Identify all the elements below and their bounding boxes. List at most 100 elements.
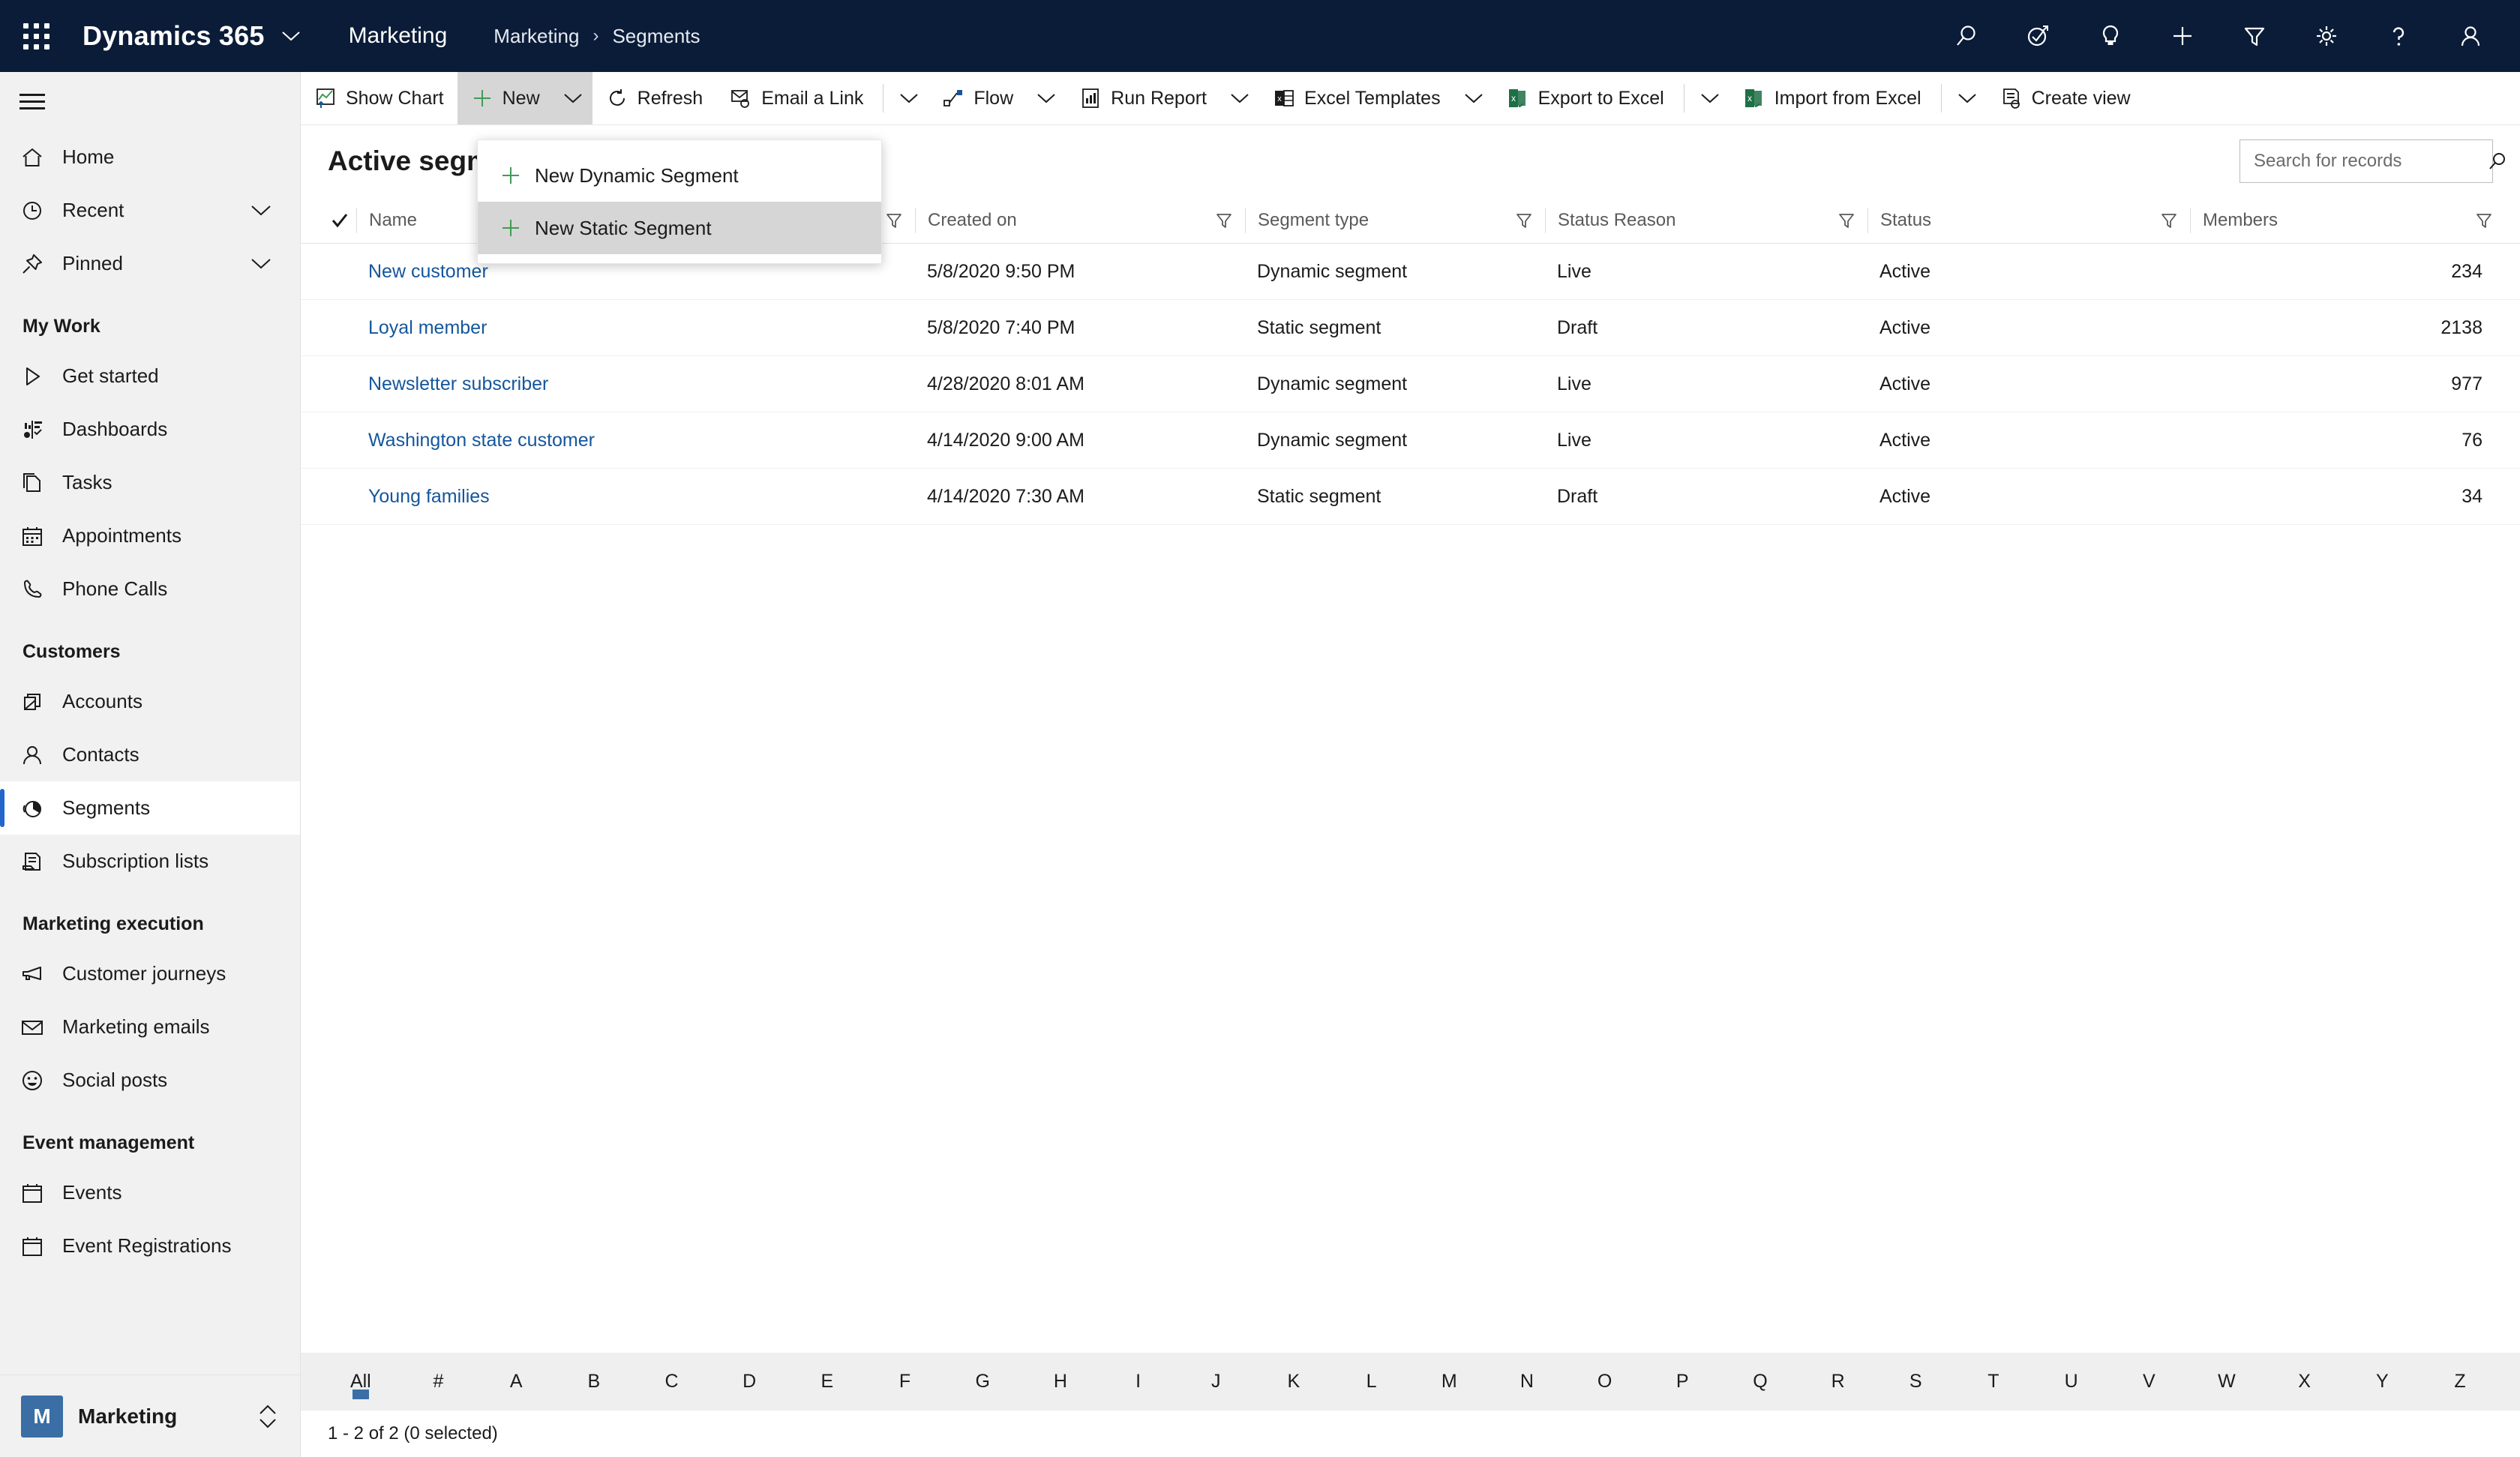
column-filter-icon[interactable] <box>1515 211 1545 229</box>
account-icon[interactable] <box>2434 0 2506 72</box>
alpha-filter-o[interactable]: O <box>1566 1353 1644 1410</box>
export-to-excel-chevron-icon[interactable] <box>1690 72 1730 124</box>
run-report-button[interactable]: Run Report <box>1066 72 1220 124</box>
row-name-link[interactable]: Newsletter subscriber <box>356 373 915 395</box>
sitemap-toggle-button[interactable] <box>0 72 300 130</box>
column-filter-icon[interactable] <box>1838 211 1868 229</box>
sidebar-item-contacts[interactable]: Contacts <box>0 728 300 781</box>
table-row[interactable]: Young families 4/14/2020 7:30 AM Static … <box>301 469 2520 525</box>
row-name-link[interactable]: Young families <box>356 486 915 508</box>
refresh-button[interactable]: Refresh <box>592 72 717 124</box>
column-header-created-on[interactable]: Created on <box>915 207 1245 233</box>
sidebar-item-social-posts[interactable]: Social posts <box>0 1054 300 1107</box>
chevron-down-icon[interactable] <box>250 257 272 270</box>
alpha-filter-hash[interactable]: # <box>400 1353 478 1410</box>
plus-icon[interactable] <box>2146 0 2218 72</box>
alpha-filter-v[interactable]: V <box>2110 1353 2188 1410</box>
diagnostics-icon[interactable] <box>2002 0 2074 72</box>
alpha-filter-a[interactable]: A <box>477 1353 555 1410</box>
sidebar-item-events[interactable]: Events <box>0 1166 300 1219</box>
alpha-filter-w[interactable]: W <box>2188 1353 2266 1410</box>
sidebar-item-customer-journeys[interactable]: Customer journeys <box>0 947 300 1000</box>
import-from-excel-chevron-icon[interactable] <box>1948 72 1987 124</box>
table-row[interactable]: Loyal member 5/8/2020 7:40 PM Static seg… <box>301 300 2520 356</box>
select-all-checkbox[interactable] <box>311 208 356 233</box>
sidebar-item-tasks[interactable]: Tasks <box>0 456 300 509</box>
excel-templates-button[interactable]: x Excel Templates <box>1259 72 1454 124</box>
search-icon[interactable] <box>1930 0 2002 72</box>
filter-icon[interactable] <box>2218 0 2290 72</box>
new-button[interactable]: New <box>457 72 554 124</box>
column-header-members[interactable]: Members <box>2190 207 2505 233</box>
chevron-down-icon[interactable] <box>250 204 272 217</box>
help-icon[interactable] <box>2362 0 2434 72</box>
column-filter-icon[interactable] <box>1215 211 1245 229</box>
email-a-link-button[interactable]: Email a Link <box>716 72 877 124</box>
table-row[interactable]: Washington state customer 4/14/2020 9:00… <box>301 412 2520 469</box>
alpha-filter-q[interactable]: Q <box>1721 1353 1799 1410</box>
run-report-chevron-icon[interactable] <box>1220 72 1259 124</box>
search-input[interactable] <box>2254 151 2486 172</box>
sidebar-item-recent[interactable]: Recent <box>0 184 300 237</box>
alpha-filter-e[interactable]: E <box>788 1353 866 1410</box>
breadcrumb-item-segments[interactable]: Segments <box>612 25 700 48</box>
alpha-filter-u[interactable]: U <box>2032 1353 2110 1410</box>
search-records-box[interactable] <box>2240 139 2505 183</box>
gear-icon[interactable] <box>2290 0 2362 72</box>
alpha-filter-f[interactable]: F <box>866 1353 944 1410</box>
alpha-filter-h[interactable]: H <box>1022 1353 1100 1410</box>
sidebar-item-segments[interactable]: Segments <box>0 781 300 835</box>
column-filter-icon[interactable] <box>885 211 915 229</box>
sidebar-item-home[interactable]: Home <box>0 130 300 184</box>
alpha-filter-j[interactable]: J <box>1177 1353 1255 1410</box>
row-name-link[interactable]: Washington state customer <box>356 430 915 451</box>
table-row[interactable]: Newsletter subscriber 4/28/2020 8:01 AM … <box>301 356 2520 412</box>
column-filter-icon[interactable] <box>2160 211 2190 229</box>
sidebar-item-subscription-lists[interactable]: Subscription lists <box>0 835 300 888</box>
sidebar-item-get-started[interactable]: Get started <box>0 349 300 403</box>
column-header-status[interactable]: Status <box>1868 207 2190 233</box>
alpha-filter-b[interactable]: B <box>555 1353 633 1410</box>
show-chart-button[interactable]: Show Chart <box>301 72 458 124</box>
flow-chevron-icon[interactable] <box>1027 72 1066 124</box>
alpha-filter-n[interactable]: N <box>1488 1353 1566 1410</box>
alpha-filter-x[interactable]: X <box>2266 1353 2344 1410</box>
app-launcher-button[interactable] <box>0 0 72 72</box>
menu-item-new-static-segment[interactable]: New Static Segment <box>478 202 881 254</box>
updown-chevron-icon[interactable] <box>256 1402 280 1432</box>
sidebar-item-accounts[interactable]: Accounts <box>0 675 300 728</box>
column-filter-icon[interactable] <box>2475 211 2505 229</box>
sidebar-item-appointments[interactable]: Appointments <box>0 509 300 562</box>
export-to-excel-button[interactable]: x Export to Excel <box>1493 72 1678 124</box>
create-view-button[interactable]: Create view <box>1987 72 2144 124</box>
alpha-filter-r[interactable]: R <box>1799 1353 1877 1410</box>
alpha-filter-z[interactable]: Z <box>2421 1353 2499 1410</box>
sidebar-item-pinned[interactable]: Pinned <box>0 237 300 290</box>
lightbulb-icon[interactable] <box>2074 0 2146 72</box>
menu-item-new-dynamic-segment[interactable]: New Dynamic Segment <box>478 149 881 202</box>
email-a-link-chevron-icon[interactable] <box>890 72 928 124</box>
sidebar-item-event-registrations[interactable]: Event Registrations <box>0 1219 300 1273</box>
excel-templates-chevron-icon[interactable] <box>1454 72 1493 124</box>
alpha-filter-all[interactable]: All <box>322 1353 400 1410</box>
alpha-filter-d[interactable]: D <box>710 1353 788 1410</box>
import-from-excel-button[interactable]: x Import from Excel <box>1730 72 1935 124</box>
column-header-segment-type[interactable]: Segment type <box>1245 207 1545 233</box>
sidebar-item-marketing-emails[interactable]: Marketing emails <box>0 1000 300 1054</box>
area-switcher[interactable]: M Marketing <box>0 1375 301 1457</box>
alpha-filter-m[interactable]: M <box>1410 1353 1488 1410</box>
alpha-filter-t[interactable]: T <box>1954 1353 2032 1410</box>
column-header-status-reason[interactable]: Status Reason <box>1545 207 1868 233</box>
new-dropdown-chevron-icon[interactable] <box>553 72 592 124</box>
search-icon[interactable] <box>2486 150 2509 172</box>
sidebar-item-dashboards[interactable]: Dashboards <box>0 403 300 456</box>
alpha-filter-y[interactable]: Y <box>2343 1353 2421 1410</box>
flow-button[interactable]: Flow <box>928 72 1027 124</box>
alpha-filter-i[interactable]: I <box>1100 1353 1178 1410</box>
alpha-filter-p[interactable]: P <box>1643 1353 1721 1410</box>
alpha-filter-l[interactable]: L <box>1333 1353 1411 1410</box>
alpha-filter-s[interactable]: S <box>1876 1353 1954 1410</box>
brand-chevron-down-icon[interactable] <box>281 30 301 42</box>
row-name-link[interactable]: Loyal member <box>356 317 915 339</box>
alpha-filter-g[interactable]: G <box>944 1353 1022 1410</box>
